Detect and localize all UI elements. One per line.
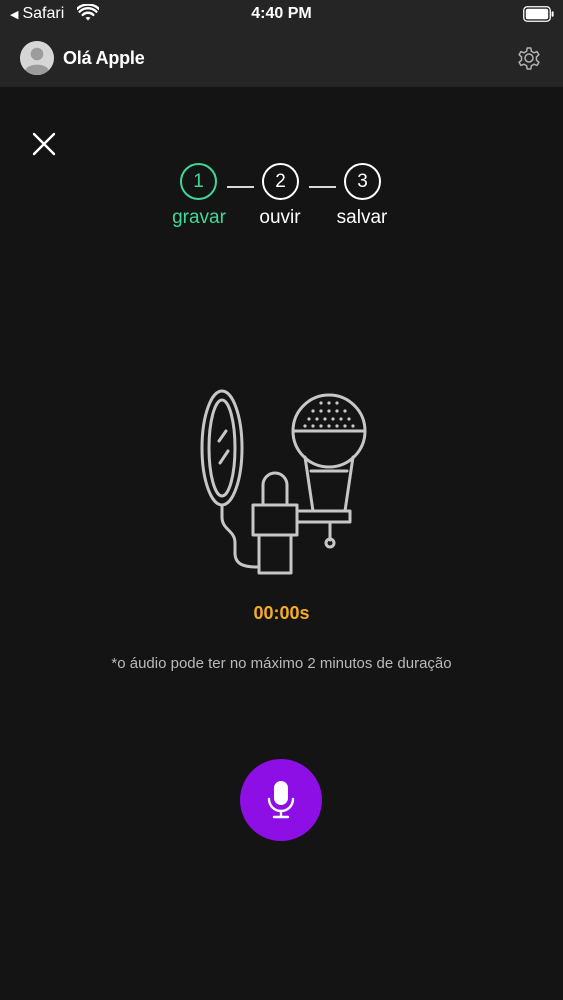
gear-icon[interactable] <box>514 43 544 73</box>
step-2-circle: 2 <box>262 163 299 200</box>
step-3-label: salvar <box>336 207 388 228</box>
microphone-studio-illustration <box>200 389 367 575</box>
step-connector <box>309 186 336 188</box>
step-1-circle: 1 <box>180 163 217 200</box>
record-button[interactable] <box>240 759 322 841</box>
app-header: Olá Apple <box>0 30 563 87</box>
battery-icon <box>523 6 554 22</box>
recording-timer: 00:00s <box>253 603 310 623</box>
user-avatar-icon[interactable] <box>20 41 54 75</box>
step-1-label: gravar <box>172 207 226 228</box>
microphone-icon <box>267 781 295 819</box>
step-3-circle: 3 <box>344 163 381 200</box>
duration-note: *o áudio pode ter no máximo 2 minutos de… <box>111 655 452 672</box>
user-greeting: Olá Apple <box>63 48 145 68</box>
step-connector <box>227 186 254 188</box>
close-icon[interactable] <box>31 131 57 157</box>
step-2-label: ouvir <box>259 207 301 228</box>
status-time: 4:40 PM <box>251 5 312 22</box>
status-bar: ◀ Safari 4:40 PM <box>0 0 563 30</box>
